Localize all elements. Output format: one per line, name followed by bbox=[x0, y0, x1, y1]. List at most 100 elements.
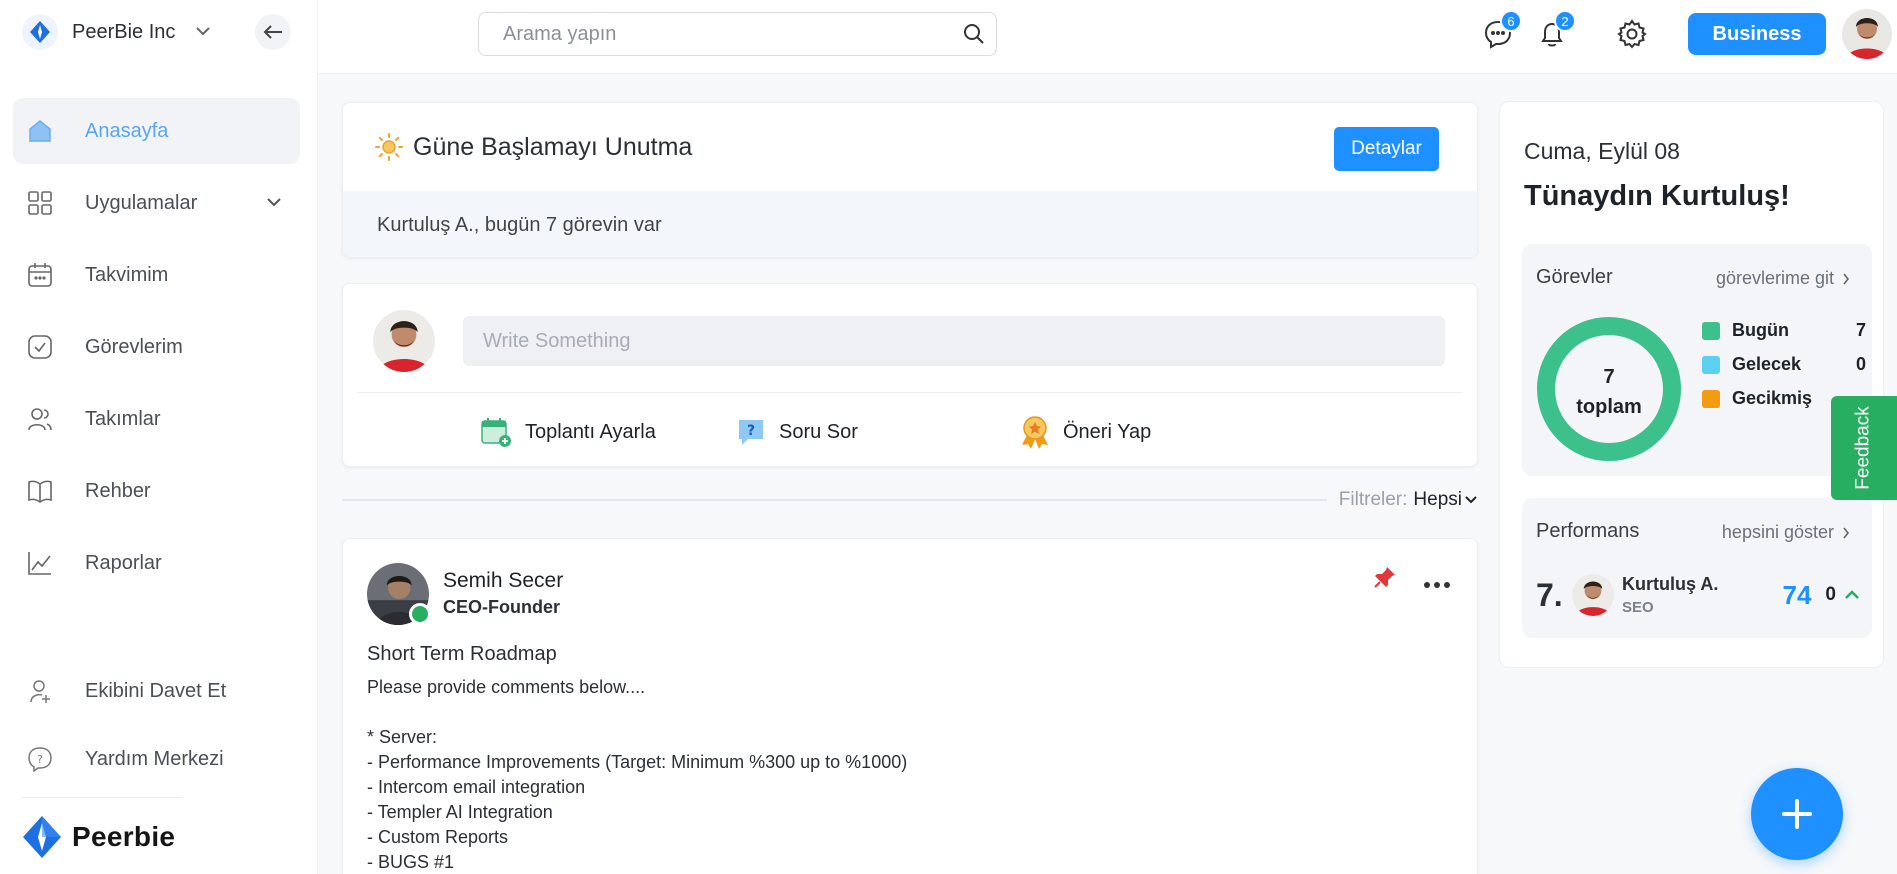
performance-summary: Performans hepsini göster 7. Kurtuluş A.… bbox=[1522, 498, 1872, 638]
svg-text:?: ? bbox=[37, 753, 43, 766]
show-all-link[interactable]: hepsini göster bbox=[1722, 522, 1850, 543]
action-label: Soru Sor bbox=[779, 420, 858, 443]
feedback-tab[interactable]: Feedback bbox=[1831, 396, 1897, 500]
sidebar: PeerBie Inc Anasayfa Uygulamalar Takvimi… bbox=[0, 0, 318, 874]
details-button[interactable]: Detaylar bbox=[1334, 127, 1439, 171]
search-icon[interactable] bbox=[952, 23, 996, 45]
current-date: Cuma, Eylül 08 bbox=[1524, 138, 1680, 164]
help-chat-icon: ? bbox=[25, 744, 55, 774]
invite-team-button[interactable]: Ekibini Davet Et bbox=[13, 660, 300, 722]
help-center-button[interactable]: ? Yardım Merkezi bbox=[13, 728, 300, 790]
performance-score: 74 bbox=[1782, 579, 1812, 610]
gear-icon bbox=[1617, 19, 1647, 49]
schedule-meeting-button[interactable]: Toplantı Ayarla bbox=[479, 412, 656, 452]
calendar-plus-icon bbox=[481, 418, 511, 447]
sidebar-nav: Anasayfa Uygulamalar Takvimim Görevlerim bbox=[13, 98, 300, 602]
chevron-right-icon bbox=[1843, 527, 1850, 538]
sidebar-item-label: Yardım Merkezi bbox=[85, 747, 224, 770]
create-new-button[interactable] bbox=[1751, 768, 1843, 860]
org-name: PeerBie Inc bbox=[72, 20, 176, 43]
filters-label: Filtreler: bbox=[1338, 489, 1408, 510]
search-input[interactable] bbox=[479, 13, 952, 55]
more-options-icon[interactable] bbox=[1423, 565, 1451, 596]
daily-reminder-card: Güne Başlamayı Unutma Detaylar Kurtuluş … bbox=[342, 102, 1478, 258]
link-label: görevlerime git bbox=[1715, 268, 1834, 288]
chevron-up-icon bbox=[1845, 590, 1859, 599]
chart-line-icon bbox=[25, 548, 55, 578]
sidebar-item-calendar[interactable]: Takvimim bbox=[13, 242, 300, 308]
notifications-button[interactable]: 2 bbox=[1532, 10, 1576, 54]
legend-name: Gelecek bbox=[1732, 354, 1802, 374]
performance-row: 7. Kurtuluş A. SEO 74 0 bbox=[1536, 570, 1866, 620]
svg-text:?: ? bbox=[747, 423, 755, 439]
tasks-total-label: toplam bbox=[1576, 396, 1642, 418]
tasks-summary: Görevler görevlerime git 7 toplam Bugün … bbox=[1522, 244, 1872, 476]
online-status-dot bbox=[409, 603, 431, 625]
link-label: hepsini göster bbox=[1721, 522, 1834, 542]
sidebar-item-teams[interactable]: Takımlar bbox=[13, 386, 300, 452]
performance-title: Performans bbox=[1536, 520, 1640, 542]
action-label: Toplantı Ayarla bbox=[525, 420, 656, 443]
performance-delta: 0 bbox=[1825, 584, 1836, 605]
sidebar-divider bbox=[22, 797, 182, 798]
write-something-input[interactable] bbox=[463, 316, 1445, 366]
home-icon bbox=[25, 116, 55, 146]
org-switcher[interactable]: PeerBie Inc bbox=[22, 14, 211, 50]
legend-name: Bugün bbox=[1732, 320, 1789, 340]
user-avatar[interactable] bbox=[1842, 9, 1892, 59]
feed-post: Semih Secer CEO-Founder Short Term Roadm… bbox=[342, 538, 1478, 874]
reminder-message: Kurtuluş A., bugün 7 görevin var bbox=[343, 191, 1477, 257]
book-icon bbox=[25, 476, 55, 506]
sidebar-item-apps[interactable]: Uygulamalar bbox=[13, 170, 300, 236]
collapse-sidebar-button[interactable] bbox=[255, 14, 291, 50]
sidebar-item-reports[interactable]: Raporlar bbox=[13, 530, 300, 596]
sun-icon bbox=[375, 133, 403, 161]
award-icon bbox=[1022, 416, 1048, 449]
performance-user: Kurtuluş A. SEO bbox=[1622, 574, 1718, 616]
legend-value: 0 bbox=[1855, 354, 1866, 374]
filter-value: Hepsi bbox=[1413, 489, 1462, 510]
sidebar-item-directory[interactable]: Rehber bbox=[13, 458, 300, 524]
legend-name: Gecikmiş bbox=[1732, 388, 1813, 408]
sidebar-item-tasks[interactable]: Görevlerim bbox=[13, 314, 300, 380]
messages-badge: 6 bbox=[1500, 10, 1522, 32]
legend-value: 7 bbox=[1855, 320, 1866, 340]
org-logo-icon bbox=[22, 14, 58, 50]
pin-icon[interactable] bbox=[1373, 565, 1397, 594]
brand-logo: Peerbie bbox=[22, 815, 175, 859]
post-author-name[interactable]: Semih Secer bbox=[443, 569, 563, 593]
feedback-label: Feedback bbox=[1853, 406, 1875, 490]
legend-swatch bbox=[1702, 389, 1720, 408]
greeting: Tünaydın Kurtuluş! bbox=[1524, 180, 1790, 212]
right-panel: Cuma, Eylül 08 Tünaydın Kurtuluş! Görevl… bbox=[1499, 101, 1884, 668]
ask-question-button[interactable]: ? Soru Sor bbox=[735, 412, 858, 452]
peerbie-logo-icon bbox=[23, 816, 61, 858]
messages-button[interactable]: 6 bbox=[1478, 10, 1522, 54]
notifications-badge: 2 bbox=[1554, 10, 1576, 32]
performance-rank: 7. bbox=[1536, 576, 1563, 613]
go-to-tasks-link[interactable]: görevlerime git bbox=[1716, 268, 1850, 289]
apps-grid-icon bbox=[25, 188, 55, 218]
post-body: Please provide comments below.... * Serv… bbox=[367, 677, 908, 872]
settings-button[interactable] bbox=[1612, 14, 1652, 54]
business-button[interactable]: Business bbox=[1688, 13, 1826, 55]
donut-center-text: 7 toplam bbox=[1536, 362, 1682, 422]
performance-user-role: SEO bbox=[1622, 599, 1654, 616]
calendar-icon bbox=[25, 260, 55, 290]
legend-swatch bbox=[1702, 321, 1720, 340]
legend-swatch bbox=[1702, 355, 1720, 374]
chevron-down-icon bbox=[195, 23, 211, 41]
sidebar-item-label: Rehber bbox=[85, 479, 151, 502]
make-suggestion-button[interactable]: Öneri Yap bbox=[1019, 412, 1151, 452]
tasks-total: 7 bbox=[1603, 366, 1615, 388]
reminder-title: Güne Başlamayı Unutma bbox=[413, 132, 693, 161]
sidebar-item-label: Takvimim bbox=[85, 263, 169, 286]
sidebar-item-label: Görevlerim bbox=[85, 335, 183, 358]
chevron-down-icon bbox=[1465, 496, 1477, 504]
sidebar-item-home[interactable]: Anasayfa bbox=[13, 98, 300, 164]
filter-dropdown[interactable]: Hepsi bbox=[1413, 489, 1478, 511]
tasks-title: Görevler bbox=[1536, 266, 1613, 288]
sidebar-item-label: Takımlar bbox=[85, 407, 161, 430]
legend-item-today: Bugün 7 bbox=[1702, 320, 1872, 341]
checkbox-icon bbox=[25, 332, 55, 362]
